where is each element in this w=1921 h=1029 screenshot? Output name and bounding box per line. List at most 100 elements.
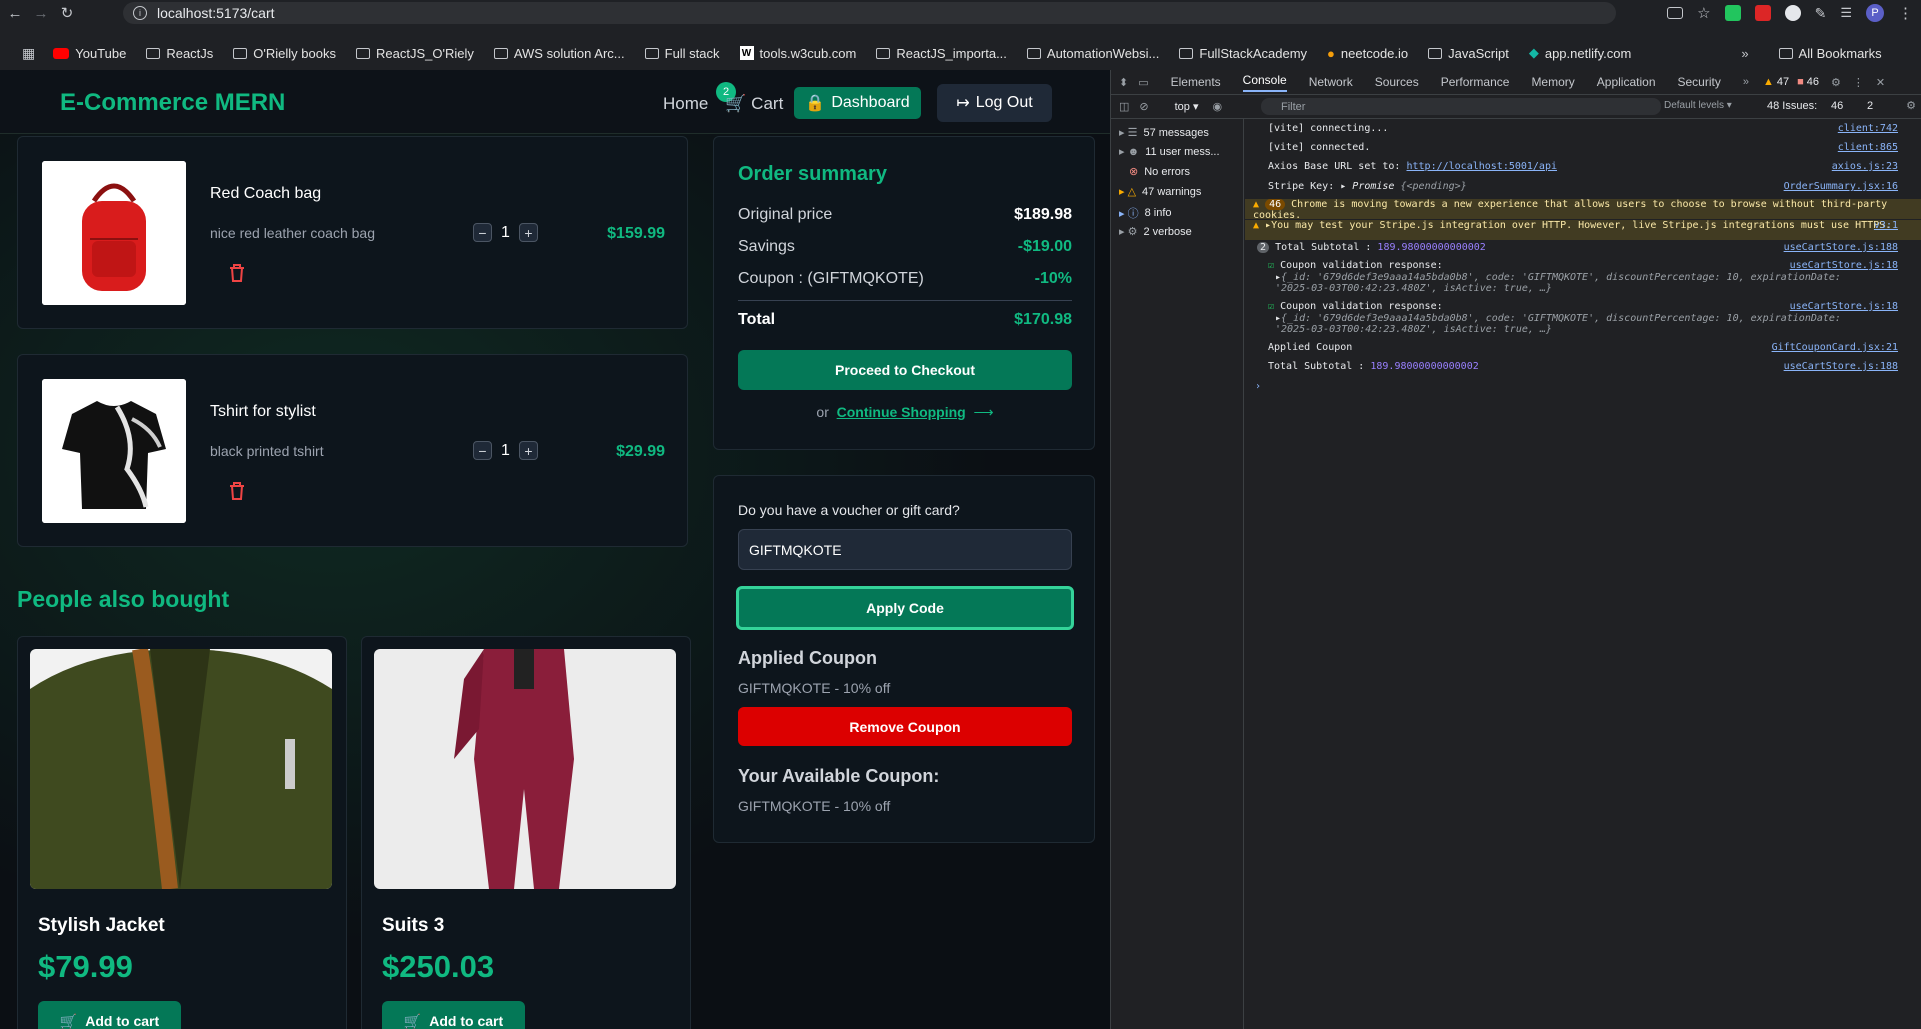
folder-icon [355,47,370,59]
sidebar-errors[interactable]: ⊗ No errors [1119,165,1190,179]
apps-grid-icon[interactable]: ▦ [22,45,35,62]
object-preview[interactable]: ▸{_id: '679d6def3e9aaa14a5bda0b8', code:… [1245,313,1865,335]
browser-chrome: ← → ↻ i localhost:5173/cart ☆ ✎ ☰ P ⋮ ▦ … [0,0,1921,70]
nav-cart[interactable]: 🛒 Cart [725,94,783,114]
tab-network[interactable]: Network [1309,75,1353,89]
tab-performance[interactable]: Performance [1441,75,1510,89]
menu-icon[interactable]: ⋮ [1898,4,1913,22]
bookmark-w3cub[interactable]: Wtools.w3cub.com [739,46,856,61]
nav-home[interactable]: Home [663,94,708,114]
checkout-button[interactable]: Proceed to Checkout [738,350,1072,390]
bookmark-automation[interactable]: AutomationWebsi... [1026,46,1159,61]
applied-coupon-title: Applied Coupon [738,648,877,668]
reload-icon[interactable]: ↻ [56,2,78,24]
extension-red-icon[interactable] [1754,5,1771,21]
bookmark-fullstackacademy[interactable]: FullStackAcademy [1179,46,1307,61]
bookmarks-overflow-icon[interactable]: » [1741,46,1748,61]
brand-logo[interactable]: E-Commerce MERN [60,89,285,117]
neetcode-icon: ● [1327,45,1335,61]
log-levels-select[interactable]: Default levels ▾ [1664,100,1732,111]
order-summary: Order summary Original price $189.98 Savi… [713,136,1095,450]
warning-icon[interactable]: ▲ [1763,76,1774,88]
increase-button[interactable]: + [518,441,538,460]
forward-icon[interactable]: → [30,2,52,24]
tab-memory[interactable]: Memory [1531,75,1574,89]
bookmark-youtube[interactable]: YouTube [53,46,126,61]
trash-icon[interactable] [228,263,246,288]
issues-info[interactable]: 2 [1867,100,1873,112]
object-preview[interactable]: ▸{_id: '679d6def3e9aaa14a5bda0b8', code:… [1245,272,1865,294]
sidebar-info[interactable]: ▸ ⓘ 8 info [1119,205,1172,221]
bookmark-javascript[interactable]: JavaScript [1428,46,1509,61]
bookmark-neetcode[interactable]: ● neetcode.io [1327,46,1408,61]
url-bar[interactable]: i localhost:5173/cart [123,2,1616,24]
decrease-button[interactable]: − [473,441,492,460]
media-icon[interactable]: ☰ [1840,5,1852,21]
recommended-product: Stylish Jacket $79.99 🛒 Add to cart [17,636,347,1029]
more-tabs-icon[interactable]: » [1743,76,1749,88]
sidebar-messages[interactable]: ▸ ☰ 57 messages [1119,126,1209,140]
tab-sources[interactable]: Sources [1375,75,1419,89]
console-prompt[interactable]: › [1245,381,1921,392]
bookmark-aws[interactable]: AWS solution Arc... [493,46,625,61]
app-header: E-Commerce MERN Home 2 🛒 Cart 🔒 Dashboar… [0,70,1110,134]
clear-console-icon[interactable]: ⊘ [1139,100,1148,113]
issues-label[interactable]: 48 Issues: [1767,100,1817,112]
card-icon[interactable] [1667,7,1684,19]
errors-count[interactable]: 46 [1807,76,1819,88]
sidebar-verbose[interactable]: ▸ ⚙ 2 verbose [1119,225,1192,239]
folder-icon [1179,47,1194,59]
back-icon[interactable]: ← [4,2,26,24]
tab-security[interactable]: Security [1678,75,1721,89]
bookmark-reactjs-importa[interactable]: ReactJS_importa... [876,46,1007,61]
star-icon[interactable]: ☆ [1697,4,1710,22]
tab-elements[interactable]: Elements [1171,75,1221,89]
warnings-count[interactable]: 47 [1777,76,1789,88]
add-to-cart-button[interactable]: 🛒 Add to cart [38,1001,181,1029]
dashboard-button[interactable]: 🔒 Dashboard [794,87,921,119]
sidebar-user-messages[interactable]: ▸ ☻ 11 user mess... [1119,145,1220,159]
logout-button[interactable]: ↦ Log Out [937,84,1052,122]
settings-icon[interactable]: ⚙ [1831,76,1841,89]
all-bookmarks[interactable]: All Bookmarks [1778,46,1882,61]
item-name: Tshirt for stylist [210,403,316,420]
console-filter-input[interactable]: Filter [1261,98,1661,115]
close-icon[interactable]: ✕ [1876,76,1885,89]
context-select[interactable]: top ▾ [1175,100,1199,113]
issues-errors[interactable]: 46 [1831,100,1843,112]
extension-circle-icon[interactable] [1784,5,1801,21]
profile-avatar[interactable]: P [1866,4,1884,22]
voucher-input[interactable]: GIFTMQKOTE [738,529,1072,570]
sidebar-toggle-icon[interactable]: ◫ [1119,100,1129,113]
more-options-icon[interactable]: ⋮ [1853,76,1864,89]
available-coupon-value: GIFTMQKOTE - 10% off [738,798,891,814]
bookmark-full-stack[interactable]: Full stack [644,46,720,61]
add-to-cart-button[interactable]: 🛒 Add to cart [382,1001,525,1029]
product-image-tshirt [42,379,186,523]
decrease-button[interactable]: − [473,223,492,242]
tab-application[interactable]: Application [1597,75,1656,89]
device-icon[interactable]: ▭ [1138,76,1148,89]
error-icon[interactable]: ■ [1797,76,1804,88]
increase-button[interactable]: + [518,223,538,242]
site-info-icon[interactable]: i [133,6,147,20]
remove-coupon-button[interactable]: Remove Coupon [738,707,1072,746]
tab-console[interactable]: Console [1242,73,1287,92]
bookmark-orielly-books[interactable]: O'Rielly books [233,46,336,61]
extension-green-icon[interactable] [1724,5,1741,21]
inspect-icon[interactable]: ⬍ [1119,76,1128,89]
warning-line: ▲ ▸You may test your Stripe.js integrati… [1245,220,1921,240]
console-settings-icon[interactable]: ⚙ [1906,99,1916,112]
continue-shopping-link[interactable]: Continue Shopping [837,404,966,420]
puzzle-icon[interactable]: ✎ [1815,5,1827,22]
bookmark-netlify[interactable]: ◆ app.netlify.com [1529,45,1631,61]
bookmark-reactjs[interactable]: ReactJs [146,46,213,61]
eye-icon[interactable]: ◉ [1213,100,1223,113]
savings-row: Savings -$19.00 [738,238,1072,255]
bookmark-reactjs-oriely[interactable]: ReactJS_O'Riely [355,46,474,61]
sidebar-warnings[interactable]: ▸ △ 47 warnings [1119,185,1201,199]
trash-icon[interactable] [228,481,246,506]
product-image-jacket [30,649,332,889]
apply-code-button[interactable]: Apply Code [736,586,1074,630]
coupon-row: Coupon : (GIFTMQKOTE) -10% [738,270,1072,287]
